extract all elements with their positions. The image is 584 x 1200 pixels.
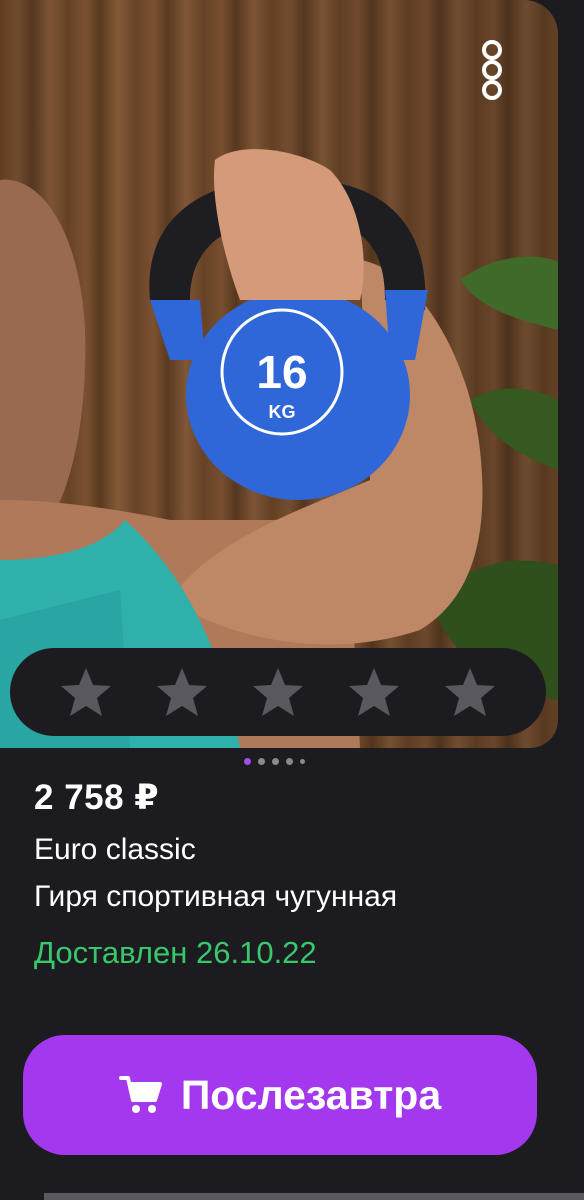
product-card: 16 KG 2 758 ₽ Euro classic Гиря спортивн… [0, 0, 584, 1200]
rating-stars [10, 648, 546, 736]
product-price: 2 758 ₽ [34, 778, 160, 817]
carousel-dot[interactable] [272, 758, 279, 765]
next-card-edge [44, 1193, 584, 1200]
star-icon-5[interactable] [443, 666, 497, 718]
product-title[interactable]: Гиря спортивная чугунная [34, 880, 397, 914]
weight-value: 16 [256, 346, 307, 398]
carousel-dot[interactable] [258, 758, 265, 765]
star-icon-2[interactable] [155, 666, 209, 718]
weight-unit: KG [269, 402, 296, 422]
carousel-indicator [244, 758, 305, 765]
cart-button-label: Послезавтра [180, 1071, 442, 1118]
more-options-icon[interactable] [478, 40, 506, 100]
carousel-dot[interactable] [300, 759, 305, 764]
carousel-dot[interactable] [286, 758, 293, 765]
product-brand[interactable]: Euro classic [34, 833, 196, 867]
add-to-cart-button[interactable]: Послезавтра [23, 1035, 537, 1155]
kettlebell-photo: 16 KG [0, 149, 558, 748]
delivery-status: Доставлен 26.10.22 [34, 935, 317, 970]
product-photo[interactable]: 16 KG [0, 0, 558, 748]
cart-icon [118, 1076, 162, 1113]
carousel-dot[interactable] [244, 758, 251, 765]
star-icon-1[interactable] [59, 666, 113, 718]
star-icon-3[interactable] [251, 666, 305, 718]
star-icon-4[interactable] [347, 666, 401, 718]
